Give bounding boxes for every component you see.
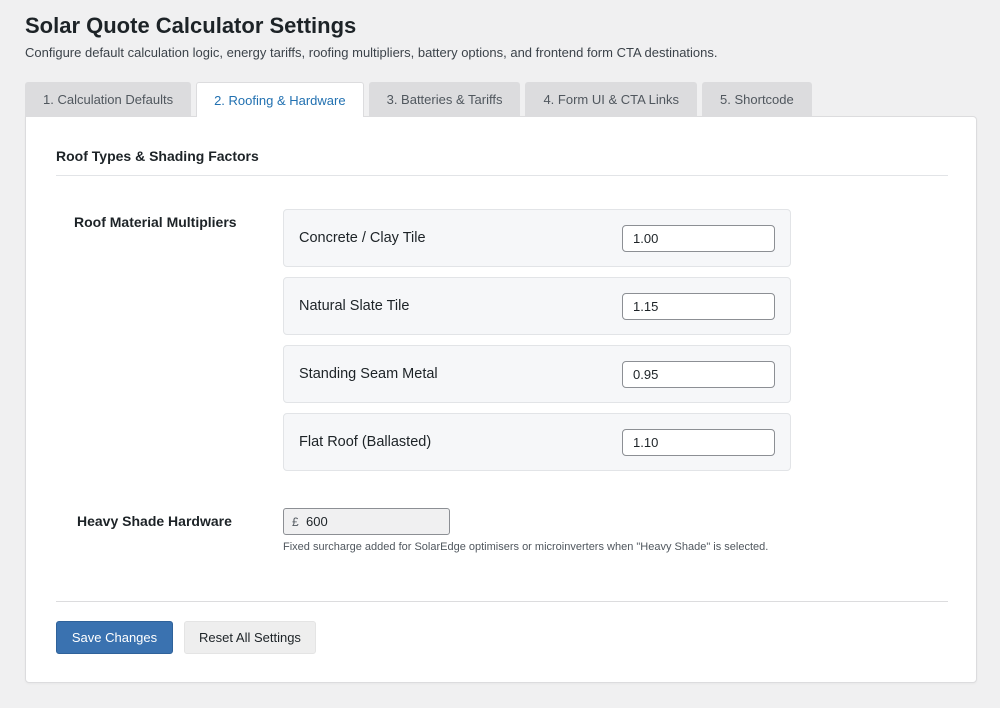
multiplier-input-standing-seam-metal[interactable] bbox=[622, 361, 775, 388]
heavy-shade-price-field: £ bbox=[283, 508, 450, 535]
roof-multiplier-list: Concrete / Clay Tile Natural Slate Tile … bbox=[283, 209, 791, 481]
currency-symbol: £ bbox=[292, 514, 299, 529]
roof-type-label: Natural Slate Tile bbox=[299, 298, 410, 314]
reset-all-settings-button[interactable]: Reset All Settings bbox=[184, 621, 316, 654]
page-title: Solar Quote Calculator Settings bbox=[25, 13, 357, 38]
section-title: Roof Types & Shading Factors bbox=[56, 148, 259, 164]
roof-multipliers-label: Roof Material Multipliers bbox=[74, 214, 237, 230]
tab-batteries-tariffs[interactable]: 3. Batteries & Tariffs bbox=[368, 82, 521, 116]
multiplier-input-concrete-clay-tile[interactable] bbox=[622, 225, 775, 252]
save-changes-button[interactable]: Save Changes bbox=[56, 621, 173, 654]
multiplier-input-natural-slate-tile[interactable] bbox=[622, 293, 775, 320]
tab-roofing-hardware[interactable]: 2. Roofing & Hardware bbox=[196, 82, 364, 117]
roof-multiplier-flat-roof-ballasted: Flat Roof (Ballasted) bbox=[283, 413, 791, 471]
footer-divider bbox=[56, 601, 948, 602]
roof-type-label: Flat Roof (Ballasted) bbox=[299, 434, 432, 450]
tab-shortcode[interactable]: 5. Shortcode bbox=[702, 82, 812, 116]
roof-multiplier-concrete-clay-tile: Concrete / Clay Tile bbox=[283, 209, 791, 267]
settings-tabs: 1. Calculation Defaults 2. Roofing & Har… bbox=[25, 82, 812, 117]
heavy-shade-hint: Fixed surcharge added for SolarEdge opti… bbox=[283, 541, 769, 553]
page-description: Configure default calculation logic, ene… bbox=[25, 45, 718, 60]
roof-type-label: Standing Seam Metal bbox=[299, 366, 438, 382]
section-divider bbox=[56, 175, 948, 176]
tab-form-ui-cta-links[interactable]: 4. Form UI & CTA Links bbox=[525, 82, 698, 116]
heavy-shade-price-input[interactable] bbox=[306, 514, 436, 529]
roof-multiplier-standing-seam-metal: Standing Seam Metal bbox=[283, 345, 791, 403]
heavy-shade-label: Heavy Shade Hardware bbox=[77, 513, 232, 529]
roof-multiplier-natural-slate-tile: Natural Slate Tile bbox=[283, 277, 791, 335]
multiplier-input-flat-roof-ballasted[interactable] bbox=[622, 429, 775, 456]
roof-type-label: Concrete / Clay Tile bbox=[299, 230, 426, 246]
settings-panel: Roof Types & Shading Factors Roof Materi… bbox=[25, 116, 977, 683]
tab-calculation-defaults[interactable]: 1. Calculation Defaults bbox=[25, 82, 192, 116]
